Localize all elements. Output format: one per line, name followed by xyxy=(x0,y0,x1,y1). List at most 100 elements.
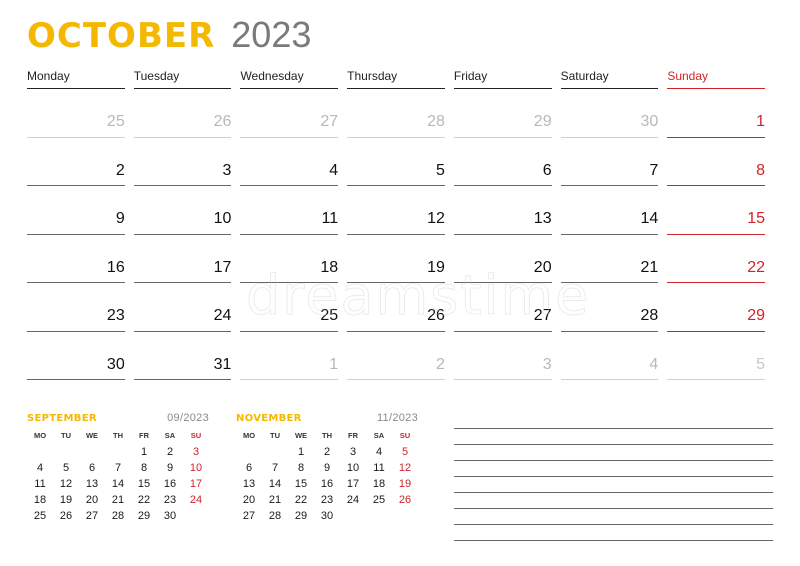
day-cell[interactable]: 10 xyxy=(133,186,232,235)
mini-day[interactable]: 23 xyxy=(157,492,183,508)
mini-day[interactable]: 8 xyxy=(131,460,157,476)
day-cell-adjacent-month[interactable]: 1 xyxy=(240,332,339,380)
day-cell-adjacent-month[interactable]: 27 xyxy=(240,89,339,138)
mini-day[interactable]: 17 xyxy=(340,476,366,492)
note-line[interactable] xyxy=(454,461,773,477)
day-cell[interactable]: 4 xyxy=(240,138,339,186)
mini-day[interactable]: 27 xyxy=(79,508,105,524)
mini-day[interactable]: 4 xyxy=(27,460,53,476)
note-line[interactable] xyxy=(454,509,773,525)
day-cell[interactable]: 12 xyxy=(347,186,445,235)
day-cell[interactable]: 13 xyxy=(453,186,552,235)
day-cell[interactable]: 2 xyxy=(27,138,125,186)
day-cell[interactable]: 11 xyxy=(240,186,339,235)
mini-day[interactable]: 3 xyxy=(340,444,366,460)
mini-day[interactable]: 10 xyxy=(183,460,209,476)
day-cell[interactable]: 22 xyxy=(667,235,766,283)
mini-day[interactable]: 11 xyxy=(27,476,53,492)
day-cell[interactable]: 24 xyxy=(133,283,232,332)
day-cell[interactable]: 1 xyxy=(667,89,766,138)
mini-day[interactable]: 9 xyxy=(314,460,340,476)
note-line[interactable] xyxy=(454,477,773,493)
mini-day[interactable]: 15 xyxy=(131,476,157,492)
day-cell-adjacent-month[interactable]: 3 xyxy=(453,332,552,380)
day-cell[interactable]: 7 xyxy=(560,138,659,186)
day-cell-adjacent-month[interactable]: 26 xyxy=(133,89,232,138)
mini-day[interactable]: 20 xyxy=(236,492,262,508)
mini-day[interactable]: 25 xyxy=(366,492,392,508)
mini-day[interactable]: 6 xyxy=(79,460,105,476)
mini-day[interactable]: 30 xyxy=(157,508,183,524)
mini-day[interactable]: 27 xyxy=(236,508,262,524)
day-cell[interactable]: 3 xyxy=(133,138,232,186)
mini-day[interactable]: 9 xyxy=(157,460,183,476)
day-cell[interactable]: 17 xyxy=(133,235,232,283)
mini-day[interactable]: 22 xyxy=(131,492,157,508)
mini-day[interactable]: 1 xyxy=(131,444,157,460)
day-cell[interactable]: 6 xyxy=(453,138,552,186)
mini-day[interactable]: 10 xyxy=(340,460,366,476)
mini-day[interactable]: 7 xyxy=(105,460,131,476)
day-cell-adjacent-month[interactable]: 28 xyxy=(347,89,445,138)
day-cell[interactable]: 31 xyxy=(133,332,232,380)
mini-day[interactable]: 24 xyxy=(183,492,209,508)
day-cell[interactable]: 27 xyxy=(453,283,552,332)
day-cell[interactable]: 5 xyxy=(347,138,445,186)
mini-day[interactable]: 1 xyxy=(288,444,314,460)
mini-day[interactable]: 28 xyxy=(262,508,288,524)
day-cell[interactable]: 19 xyxy=(347,235,445,283)
day-cell-adjacent-month[interactable]: 30 xyxy=(560,89,659,138)
mini-day[interactable]: 4 xyxy=(366,444,392,460)
mini-day[interactable]: 20 xyxy=(79,492,105,508)
mini-day[interactable]: 18 xyxy=(27,492,53,508)
mini-day[interactable]: 13 xyxy=(236,476,262,492)
mini-day[interactable]: 17 xyxy=(183,476,209,492)
note-line[interactable] xyxy=(454,429,773,445)
day-cell[interactable]: 28 xyxy=(560,283,659,332)
mini-day[interactable]: 19 xyxy=(53,492,79,508)
mini-day[interactable]: 14 xyxy=(262,476,288,492)
note-line[interactable] xyxy=(454,493,773,509)
mini-day[interactable]: 2 xyxy=(314,444,340,460)
day-cell[interactable]: 25 xyxy=(240,283,339,332)
mini-day[interactable]: 22 xyxy=(288,492,314,508)
mini-day[interactable]: 15 xyxy=(288,476,314,492)
mini-day[interactable]: 23 xyxy=(314,492,340,508)
mini-day[interactable]: 24 xyxy=(340,492,366,508)
mini-day[interactable]: 30 xyxy=(314,508,340,524)
mini-day[interactable]: 5 xyxy=(53,460,79,476)
mini-day[interactable]: 12 xyxy=(53,476,79,492)
mini-day[interactable]: 28 xyxy=(105,508,131,524)
day-cell[interactable]: 18 xyxy=(240,235,339,283)
note-line[interactable] xyxy=(454,525,773,541)
mini-day[interactable]: 13 xyxy=(79,476,105,492)
mini-day[interactable]: 18 xyxy=(366,476,392,492)
mini-day[interactable]: 26 xyxy=(53,508,79,524)
mini-day[interactable]: 6 xyxy=(236,460,262,476)
mini-day[interactable]: 19 xyxy=(392,476,418,492)
day-cell[interactable]: 16 xyxy=(27,235,125,283)
mini-day[interactable]: 29 xyxy=(131,508,157,524)
mini-day[interactable]: 29 xyxy=(288,508,314,524)
day-cell-adjacent-month[interactable]: 29 xyxy=(453,89,552,138)
mini-day[interactable]: 12 xyxy=(392,460,418,476)
day-cell[interactable]: 15 xyxy=(667,186,766,235)
day-cell[interactable]: 20 xyxy=(453,235,552,283)
mini-day[interactable]: 2 xyxy=(157,444,183,460)
day-cell[interactable]: 23 xyxy=(27,283,125,332)
mini-day[interactable]: 8 xyxy=(288,460,314,476)
day-cell[interactable]: 9 xyxy=(27,186,125,235)
day-cell[interactable]: 8 xyxy=(667,138,766,186)
note-line[interactable] xyxy=(454,413,773,429)
day-cell[interactable]: 26 xyxy=(347,283,445,332)
mini-day[interactable]: 21 xyxy=(262,492,288,508)
day-cell[interactable]: 14 xyxy=(560,186,659,235)
day-cell-adjacent-month[interactable]: 5 xyxy=(667,332,766,380)
mini-day[interactable]: 26 xyxy=(392,492,418,508)
mini-day[interactable]: 7 xyxy=(262,460,288,476)
mini-day[interactable]: 11 xyxy=(366,460,392,476)
day-cell[interactable]: 30 xyxy=(27,332,125,380)
mini-day[interactable]: 5 xyxy=(392,444,418,460)
mini-day[interactable]: 25 xyxy=(27,508,53,524)
day-cell-adjacent-month[interactable]: 4 xyxy=(560,332,659,380)
